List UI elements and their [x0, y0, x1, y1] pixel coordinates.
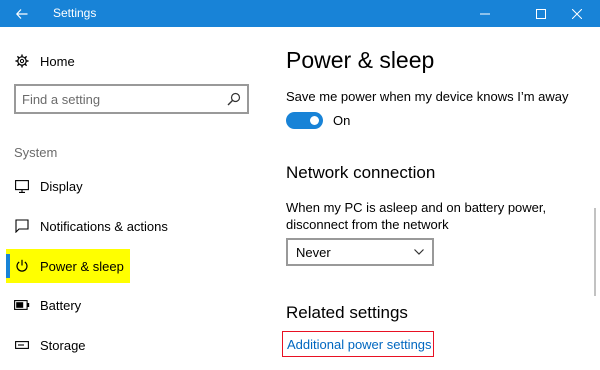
link-highlight-box: Additional power settings [282, 331, 434, 357]
sidebar-item-notifications[interactable]: Notifications & actions [14, 217, 168, 235]
selected-item-indicator [6, 254, 10, 278]
gear-icon [14, 53, 30, 69]
maximize-icon [536, 8, 546, 19]
search-icon[interactable] [227, 92, 241, 106]
sidebar-item-storage[interactable]: Storage [14, 336, 86, 354]
close-button[interactable] [554, 0, 600, 27]
monitor-icon [14, 178, 30, 194]
related-settings-heading: Related settings [286, 303, 408, 322]
minimize-icon [480, 13, 490, 14]
minimize-button[interactable] [462, 0, 508, 27]
title-bar: Settings [0, 0, 600, 27]
chevron-down-icon [414, 249, 424, 255]
dropdown-value: Never [296, 245, 331, 260]
search-box[interactable] [14, 84, 249, 114]
power-saving-description: Save me power when my device knows I’m a… [286, 89, 569, 104]
network-disconnect-dropdown[interactable]: Never [286, 238, 434, 266]
home-label: Home [40, 53, 75, 69]
section-heading-system: System [14, 145, 58, 160]
toggle-knob [310, 116, 319, 125]
sidebar: Home System Display Notifications & acti… [0, 27, 258, 370]
back-arrow-icon [16, 8, 28, 19]
search-input[interactable] [22, 90, 222, 108]
notifications-icon [14, 218, 30, 234]
main-content: Power & sleep Save me power when my devi… [258, 27, 600, 370]
sidebar-item-label: Notifications & actions [40, 218, 168, 234]
back-button[interactable] [0, 0, 44, 27]
scrollbar[interactable] [594, 208, 596, 296]
close-icon [572, 8, 582, 19]
network-description: When my PC is asleep and on battery powe… [286, 200, 547, 232]
sidebar-item-power-sleep[interactable]: Power & sleep [14, 257, 124, 275]
sidebar-item-label: Storage [40, 337, 86, 353]
window-title: Settings [53, 6, 97, 20]
additional-power-settings-link[interactable]: Additional power settings [287, 337, 432, 352]
page-title: Power & sleep [286, 47, 435, 73]
sidebar-item-display[interactable]: Display [14, 177, 83, 195]
power-icon [14, 258, 30, 274]
battery-icon [14, 297, 30, 313]
storage-icon [14, 337, 30, 353]
home-nav-item[interactable]: Home [14, 53, 75, 69]
toggle-state-label: On [333, 113, 351, 128]
sidebar-item-battery[interactable]: Battery [14, 296, 81, 314]
sidebar-item-label: Power & sleep [40, 258, 124, 274]
sidebar-item-label: Battery [40, 297, 82, 313]
sidebar-item-label: Display [40, 178, 83, 194]
network-connection-heading: Network connection [286, 163, 436, 182]
power-saving-toggle[interactable] [286, 112, 323, 129]
